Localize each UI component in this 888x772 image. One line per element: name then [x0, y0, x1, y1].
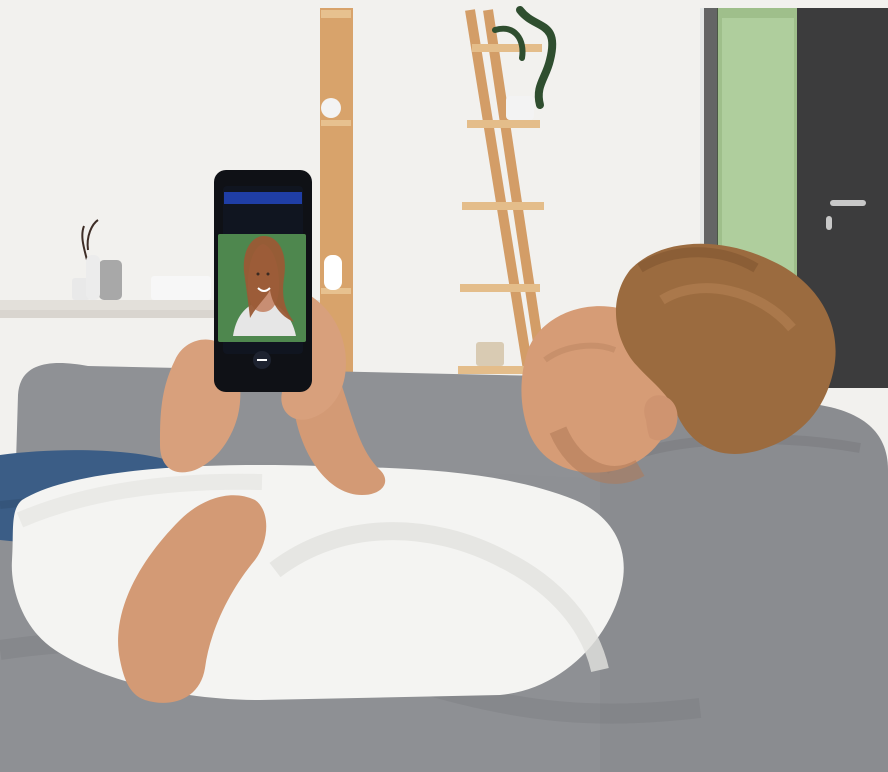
phone-header-title	[224, 192, 302, 204]
photo-scene	[0, 0, 888, 772]
phone-header-text-container	[224, 192, 302, 204]
scene-svg	[0, 0, 888, 772]
